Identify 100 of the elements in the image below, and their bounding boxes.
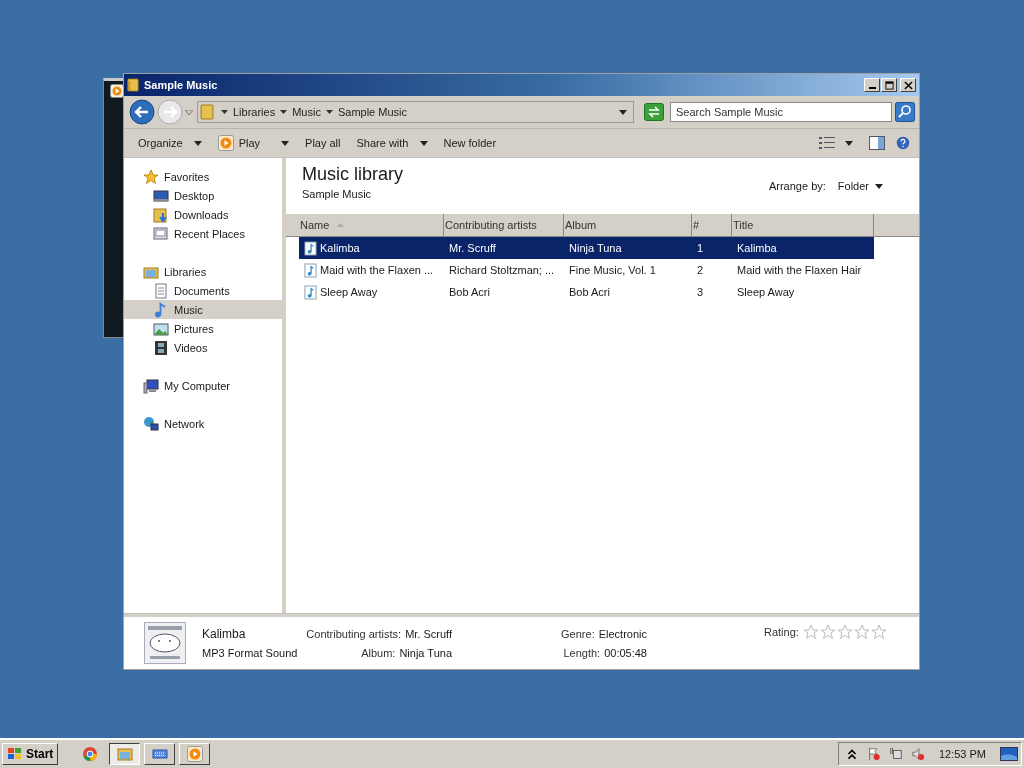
maximize-button[interactable] [881,78,897,92]
minimize-icon [868,86,876,89]
table-cell: Maid with the Flaxen ... [320,264,434,276]
caret-icon [325,110,333,114]
table-cell: 1 [697,242,704,254]
maximize-icon [884,80,894,90]
close-icon [903,80,913,90]
start-button[interactable]: Start [2,743,59,765]
search-icon[interactable] [895,102,915,122]
dropdown-arrow-icon[interactable] [619,109,627,115]
column-header[interactable]: Contributing artists [444,214,564,236]
rating-stars[interactable] [802,624,887,640]
folder-icon [153,206,169,223]
monitor-icon [153,187,169,204]
address-bar[interactable]: Libraries Music Sample Music [197,101,634,123]
play-icon [186,746,203,762]
help-icon[interactable] [895,136,911,150]
play-icon [217,135,234,151]
toolbar-button[interactable]: Share with [348,135,436,151]
view-list-icon[interactable] [819,136,835,150]
field-label: Album: [361,646,396,659]
computer-icon [143,377,159,394]
sort-arrow-icon [337,223,345,227]
network-error-icon[interactable] [888,747,903,761]
caret-icon [875,183,883,189]
field-value: Electronic [598,627,647,640]
field-value: Ninja Tuna [399,646,452,659]
table-cell: Richard Stoltzman; ... [449,264,555,276]
star-icon [819,624,836,640]
search-field[interactable]: Search Sample Music [670,102,892,122]
column-header[interactable]: # [692,214,732,236]
nav-item[interactable]: My Computer [124,376,282,395]
caret-icon [281,140,290,146]
nav-item[interactable]: Music [124,300,282,319]
nav-item[interactable]: Documents [124,281,282,300]
flag-error-icon[interactable] [866,747,881,761]
browser-icon [81,746,98,762]
music-file-icon [304,262,317,278]
clock[interactable]: 12:53 PM [938,748,986,760]
landscape-icon [153,320,169,337]
nav-item[interactable]: Desktop [124,186,282,205]
file-row[interactable]: Sleep Away Bob Acri Bob Acri 3 Sleep Away [299,281,874,303]
caret-icon[interactable] [845,140,853,146]
toolbar-button[interactable]: Play [209,133,298,153]
nav-item[interactable]: Favorites [124,167,282,186]
file-row[interactable]: Maid with the Flaxen ... Richard Stoltzman; ... Fine Music, Vol. 1 2 Maid with the Flaxen Hair [299,259,874,281]
nav-item[interactable]: Downloads [124,205,282,224]
back-button[interactable] [129,99,155,125]
globe-icon [143,415,159,432]
table-cell: Sleep Away [320,286,378,298]
toolbar-button[interactable]: New folder [435,135,505,151]
table-cell: Kalimba [320,242,360,254]
nav-item[interactable]: Recent Places [124,224,282,243]
details-type: MP3 Format Sound [202,647,299,659]
field-label: Length: [563,646,601,659]
column-header[interactable]: Title [732,214,874,236]
star-icon [143,168,159,185]
folder-icon [116,746,133,762]
table-cell: Mr. Scruff [449,242,496,254]
media-player-icon [110,84,124,98]
nav-item[interactable]: Pictures [124,319,282,338]
nav-item[interactable]: Network [124,414,282,433]
column-header[interactable]: Album [564,214,692,236]
refresh-button[interactable] [644,103,664,121]
close-button[interactable] [900,78,916,92]
arrange-label: Arrange by: [768,180,826,192]
taskbar-button[interactable] [109,743,141,765]
breadcrumb-item[interactable]: Music [292,106,321,118]
breadcrumb-item[interactable]: Sample Music [337,106,407,118]
table-cell: Maid with the Flaxen Hair [737,264,862,276]
film-icon [153,339,169,356]
toolbar-button[interactable]: Organize [130,135,210,151]
folder-icon [200,104,214,120]
details-title: Kalimba [202,627,247,641]
star-icon [870,624,887,640]
field-label: Contributing artists: [306,627,402,640]
column-header[interactable]: Name [299,214,444,236]
caret-icon [221,110,228,114]
library-title: Music library [302,164,403,185]
show-desktop-button[interactable] [1000,747,1018,761]
window-icon [153,225,169,242]
toolbar-button[interactable]: Play all [297,135,349,151]
table-cell: Kalimba [737,242,777,254]
caret-icon [419,140,428,146]
arrange-dropdown[interactable]: Folder [837,180,883,192]
music-file-icon [304,240,317,256]
minimize-button[interactable] [864,78,880,92]
star-icon [836,624,853,640]
breadcrumb-item[interactable]: Libraries [233,106,276,118]
speaker-muted-icon[interactable] [910,747,925,761]
file-row[interactable]: Kalimba Mr. Scruff Ninja Tuna 1 Kalimba [299,237,874,259]
table-cell: Bob Acri [449,286,490,298]
table-cell: 3 [697,286,704,298]
window-title: Sample Music [144,79,218,91]
nav-item[interactable]: Videos [124,338,282,357]
document-icon [153,282,169,299]
caret-icon [280,110,288,114]
caret-icon [193,140,202,146]
preview-pane-icon[interactable] [869,136,885,150]
nav-item[interactable]: Libraries [124,262,282,281]
